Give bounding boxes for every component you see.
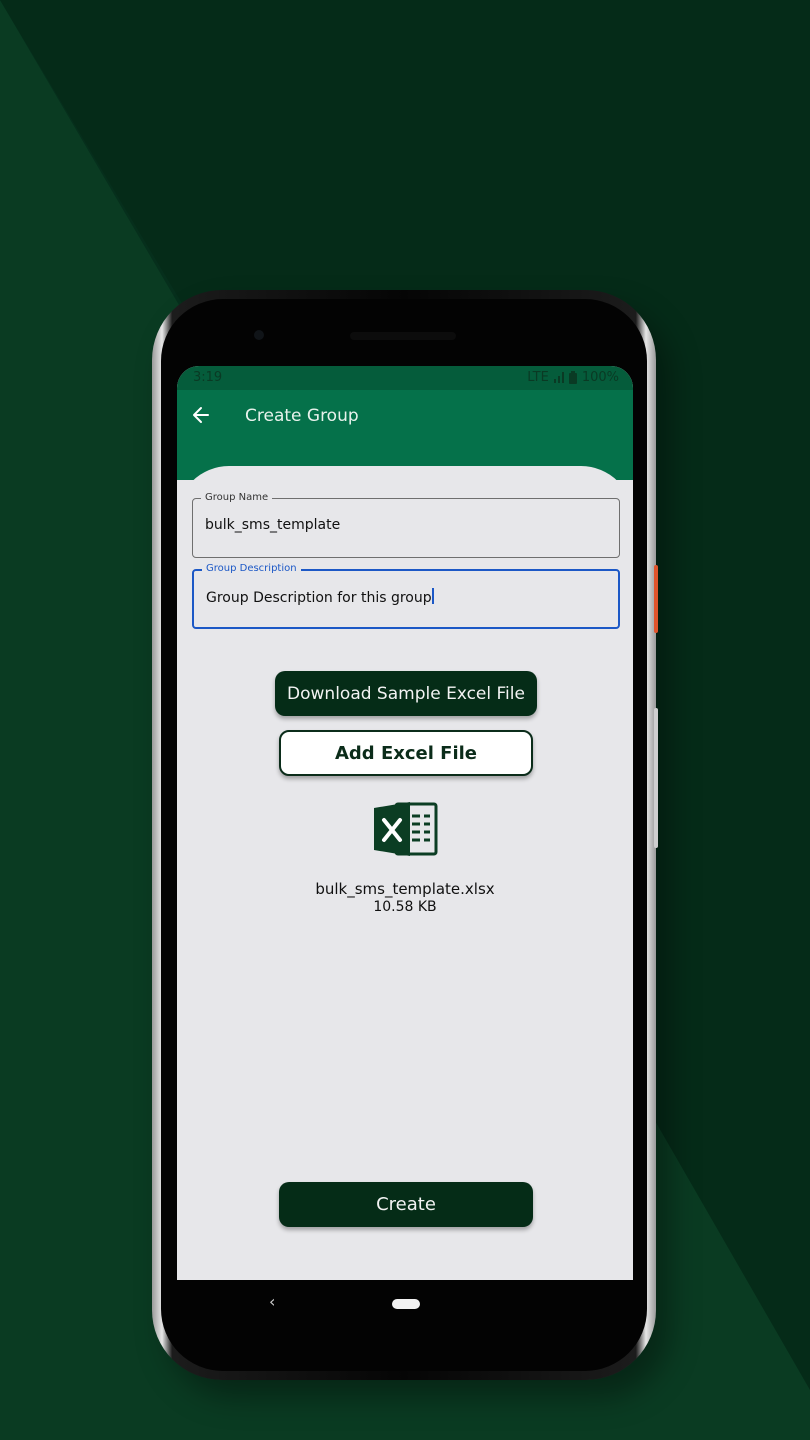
- page-title: Create Group: [245, 406, 359, 426]
- app-screen: 3:19 LTE 100% Create Group Group Name bu…: [177, 366, 633, 1280]
- power-button: [654, 565, 658, 633]
- nav-home-pill-icon[interactable]: [392, 1299, 420, 1309]
- content-sheet: Group Name bulk_sms_template Group Descr…: [177, 466, 633, 1280]
- group-description-field[interactable]: Group Description Group Description for …: [192, 562, 620, 629]
- file-name: bulk_sms_template.xlsx: [315, 880, 495, 898]
- status-time: 3:19: [193, 370, 223, 385]
- group-description-label: Group Description: [202, 562, 301, 576]
- group-name-label: Group Name: [201, 491, 273, 505]
- signal-icon: [553, 372, 564, 383]
- group-description-value-wrap: Group Description for this group: [206, 588, 434, 606]
- add-excel-file-button[interactable]: Add Excel File: [279, 730, 533, 776]
- excel-file-icon: [374, 802, 438, 856]
- earpiece-speaker: [350, 332, 456, 340]
- arrow-left-icon[interactable]: [191, 405, 211, 425]
- battery-icon: [568, 371, 577, 384]
- system-nav-bar: ‹: [177, 1280, 633, 1328]
- group-name-value: bulk_sms_template: [205, 517, 341, 533]
- group-description-value: Group Description for this group: [206, 590, 432, 606]
- nav-back-icon[interactable]: ‹: [269, 1292, 275, 1311]
- battery-percent: 100%: [581, 370, 619, 385]
- group-name-field[interactable]: Group Name bulk_sms_template: [192, 491, 620, 558]
- file-size: 10.58 KB: [373, 899, 437, 915]
- download-sample-button[interactable]: Download Sample Excel File: [275, 671, 537, 716]
- create-button[interactable]: Create: [279, 1182, 533, 1227]
- network-label: LTE: [527, 370, 549, 385]
- volume-button: [654, 708, 658, 848]
- front-camera: [254, 330, 264, 340]
- status-icons: LTE 100%: [527, 370, 619, 385]
- text-cursor: [431, 588, 434, 604]
- status-bar: 3:19 LTE 100%: [177, 366, 633, 390]
